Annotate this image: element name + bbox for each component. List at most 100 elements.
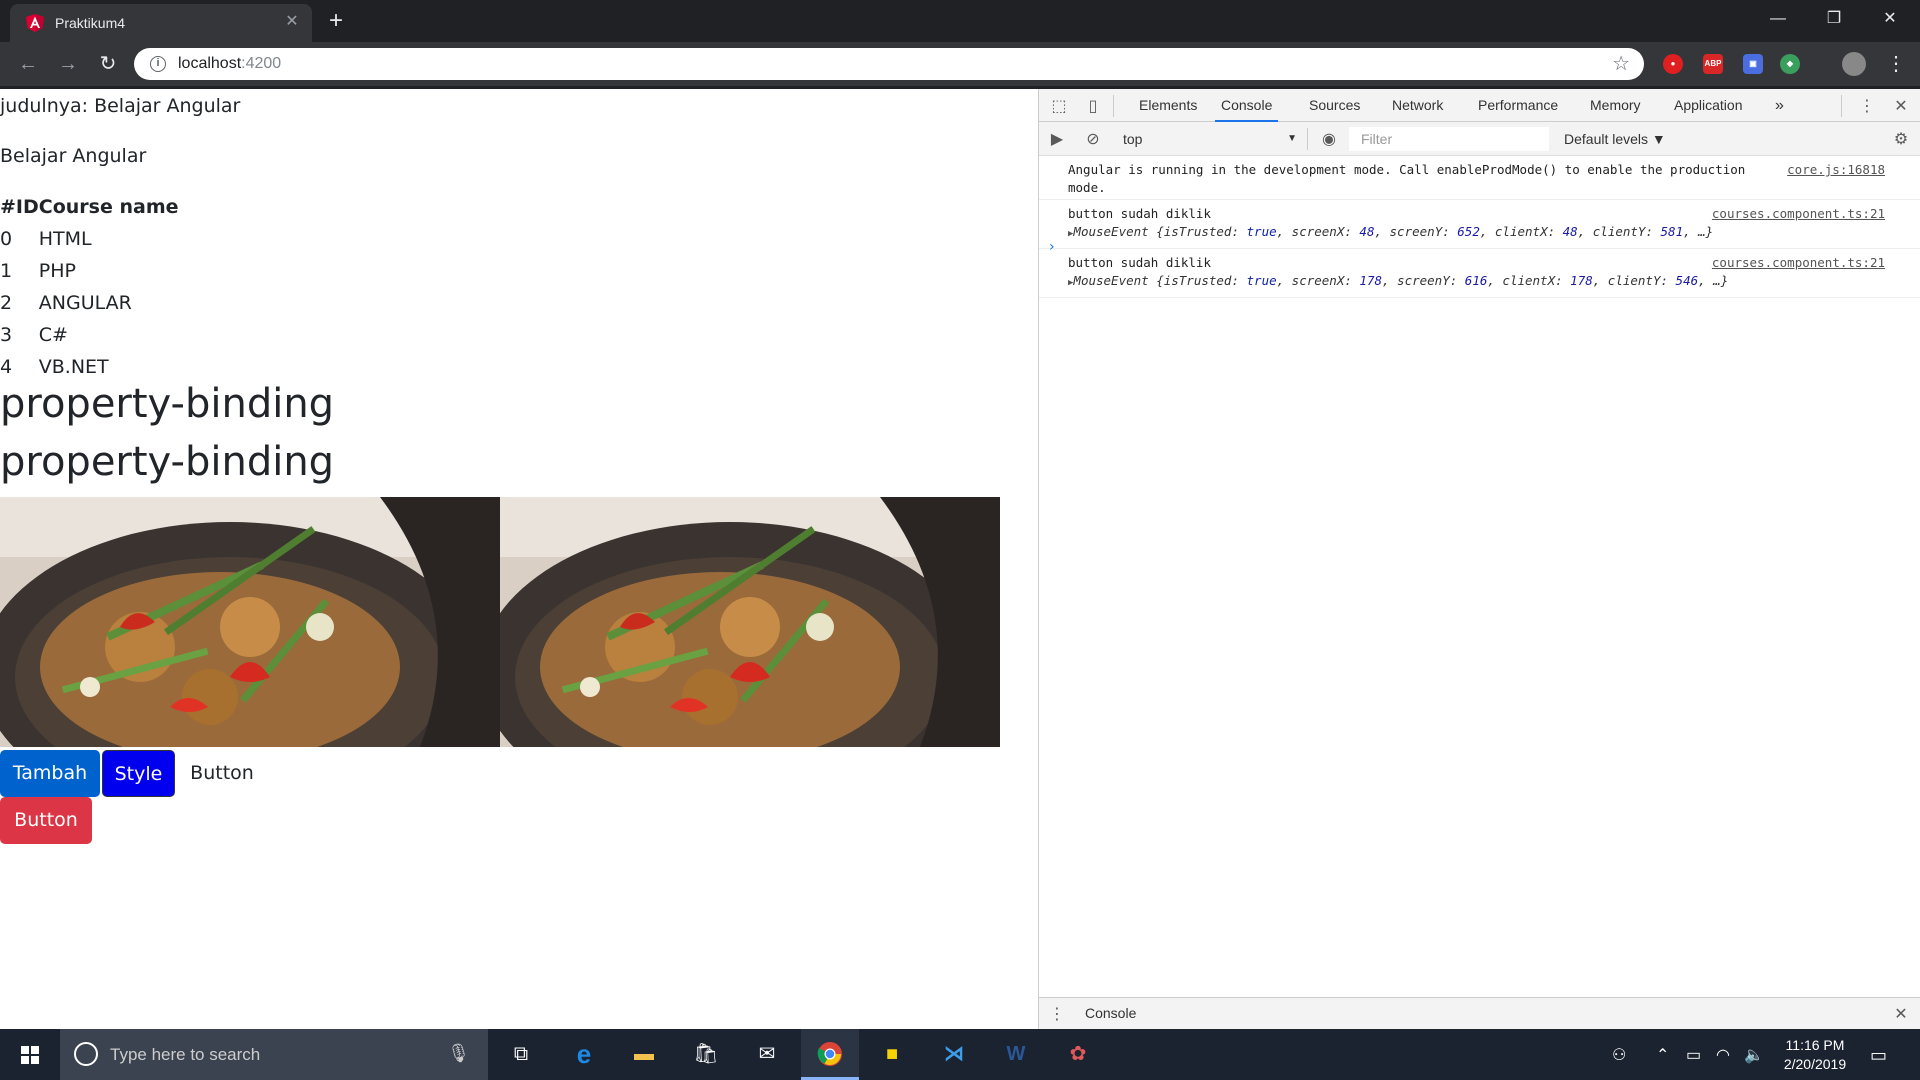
- context-selector[interactable]: top ▼: [1123, 128, 1297, 150]
- sticky-notes-icon[interactable]: ■: [863, 1029, 921, 1080]
- row-id: 2: [0, 292, 13, 314]
- divider: [1307, 128, 1308, 150]
- divider: [1113, 95, 1114, 117]
- table-row: 3 C#: [0, 319, 179, 351]
- tab-elements[interactable]: Elements: [1133, 89, 1203, 122]
- file-explorer-icon[interactable]: ▬: [615, 1029, 673, 1080]
- edge-icon[interactable]: e: [555, 1029, 613, 1080]
- console-message: Angular is running in the development mo…: [1039, 156, 1920, 200]
- extension-icon[interactable]: ▣: [1743, 54, 1763, 74]
- mouse-event-object[interactable]: ▶MouseEvent {isTrusted: true, screenX: 4…: [1068, 223, 1897, 243]
- tab-title: Praktikum4: [55, 15, 126, 31]
- course-table: #ID Course name 0 HTML 1 PHP 2 ANGULAR 3…: [0, 191, 179, 383]
- danger-button[interactable]: Button: [0, 797, 92, 844]
- start-button[interactable]: [0, 1029, 60, 1080]
- close-window-button[interactable]: ✕: [1862, 0, 1918, 38]
- close-drawer-icon[interactable]: ✕: [1891, 1004, 1911, 1024]
- row-id: 3: [0, 324, 13, 346]
- wifi-icon[interactable]: ◠: [1716, 1045, 1730, 1065]
- tambah-button[interactable]: Tambah: [0, 750, 100, 797]
- clear-console-icon[interactable]: ⊘: [1083, 129, 1103, 149]
- column-header-id: #ID: [0, 196, 39, 218]
- row-id: 4: [0, 356, 13, 378]
- subtitle-text: Belajar Angular: [0, 145, 147, 167]
- new-tab-button[interactable]: +: [322, 8, 350, 36]
- browser-tab[interactable]: Praktikum4 ✕: [10, 4, 312, 42]
- row-id: 1: [0, 260, 13, 282]
- clock[interactable]: 11:16 PM 2/20/2019: [1770, 1036, 1860, 1074]
- heading-property-binding: property-binding: [0, 381, 335, 427]
- tab-sources[interactable]: Sources: [1303, 89, 1366, 122]
- tab-performance[interactable]: Performance: [1472, 89, 1564, 122]
- url-text[interactable]: localhost:4200: [178, 55, 281, 73]
- taskbar-search[interactable]: Type here to search 🎙: [60, 1029, 488, 1080]
- clock-time: 11:16 PM: [1785, 1037, 1845, 1053]
- close-devtools-icon[interactable]: ✕: [1891, 96, 1911, 116]
- row-course: PHP: [38, 260, 76, 282]
- row-id: 0: [0, 228, 13, 250]
- angular-icon: [26, 14, 44, 32]
- tab-memory[interactable]: Memory: [1584, 89, 1647, 122]
- store-icon[interactable]: 🛍: [677, 1029, 735, 1080]
- style-button[interactable]: Style: [102, 750, 175, 797]
- dropdown-arrow-icon: ▼: [1287, 133, 1297, 144]
- sidebar-toggle-icon[interactable]: ▶: [1047, 129, 1067, 149]
- bookmark-star-icon[interactable]: ☆: [1612, 51, 1630, 76]
- drawer-tab-console[interactable]: Console: [1085, 1005, 1136, 1021]
- browser-titlebar: Praktikum4 ✕ + — ❐ ✕: [0, 0, 1920, 42]
- mouse-event-object[interactable]: ▶MouseEvent {isTrusted: true, screenX: 1…: [1068, 272, 1897, 292]
- reload-icon[interactable]: ↻: [94, 50, 122, 78]
- food-image: [0, 497, 500, 747]
- people-icon[interactable]: ⚇: [1612, 1045, 1626, 1065]
- settings-gear-icon[interactable]: ⚙: [1891, 129, 1911, 149]
- inspect-element-icon[interactable]: ⬚: [1049, 96, 1069, 116]
- paint-icon[interactable]: ✿: [1049, 1029, 1107, 1080]
- action-center-icon[interactable]: ▭: [1870, 1045, 1887, 1066]
- default-levels-dropdown[interactable]: Default levels ▼: [1564, 128, 1666, 150]
- console-prompt[interactable]: ›: [1049, 239, 1055, 255]
- adblock-icon[interactable]: ●: [1663, 54, 1683, 74]
- minimize-button[interactable]: —: [1750, 0, 1806, 38]
- word-icon[interactable]: W: [987, 1029, 1045, 1080]
- tab-close-icon[interactable]: ✕: [282, 12, 302, 32]
- tab-application[interactable]: Application: [1668, 89, 1749, 122]
- tab-network[interactable]: Network: [1386, 89, 1449, 122]
- mail-icon[interactable]: ✉: [738, 1029, 796, 1080]
- info-icon[interactable]: i: [150, 56, 166, 72]
- chrome-menu-icon[interactable]: ⋮: [1882, 50, 1910, 78]
- drawer-menu-icon[interactable]: ⋮: [1047, 1004, 1067, 1024]
- device-toolbar-icon[interactable]: ▯: [1083, 96, 1103, 116]
- console-source-link[interactable]: core.js:16818: [1787, 161, 1885, 179]
- more-tabs-icon[interactable]: »: [1769, 89, 1790, 122]
- volume-icon[interactable]: 🔈: [1744, 1045, 1764, 1065]
- browser-toolbar: ← → ↻ i localhost:4200 ☆ ● ABP ▣ ◆ ⋮: [0, 42, 1920, 86]
- tab-console[interactable]: Console: [1215, 89, 1279, 122]
- abp-icon[interactable]: ABP: [1703, 54, 1723, 74]
- address-bar[interactable]: i localhost:4200 ☆: [134, 48, 1644, 80]
- table-row: 1 PHP: [0, 255, 179, 287]
- microphone-icon[interactable]: 🎙: [447, 1043, 470, 1064]
- vscode-icon[interactable]: ⋊: [925, 1029, 983, 1080]
- clock-date: 2/20/2019: [1783, 1056, 1847, 1072]
- devtools-menu-icon[interactable]: ⋮: [1857, 96, 1877, 116]
- row-course: ANGULAR: [38, 292, 132, 314]
- chrome-icon[interactable]: [801, 1029, 859, 1080]
- colorzilla-icon[interactable]: ◆: [1780, 54, 1800, 74]
- search-placeholder: Type here to search: [110, 1045, 261, 1064]
- console-filter-input[interactable]: Filter: [1349, 127, 1549, 151]
- plain-button[interactable]: Button: [176, 750, 268, 797]
- table-row: 2 ANGULAR: [0, 287, 179, 319]
- restore-button[interactable]: ❐: [1806, 0, 1862, 38]
- battery-icon[interactable]: ▭: [1686, 1045, 1701, 1065]
- show-hidden-icons-icon[interactable]: ⌃: [1656, 1045, 1669, 1065]
- forward-arrow-icon[interactable]: →: [54, 50, 82, 78]
- avatar[interactable]: [1842, 52, 1866, 76]
- row-course: C#: [38, 324, 68, 346]
- heading-property-binding-2: property-binding: [0, 439, 335, 485]
- eye-icon[interactable]: ◉: [1319, 129, 1339, 149]
- table-row: 0 HTML: [0, 223, 179, 255]
- task-view-icon[interactable]: ⧉: [492, 1029, 550, 1080]
- console-source-link[interactable]: courses.component.ts:21: [1712, 254, 1885, 272]
- back-arrow-icon[interactable]: ←: [14, 50, 42, 78]
- console-source-link[interactable]: courses.component.ts:21: [1712, 205, 1885, 223]
